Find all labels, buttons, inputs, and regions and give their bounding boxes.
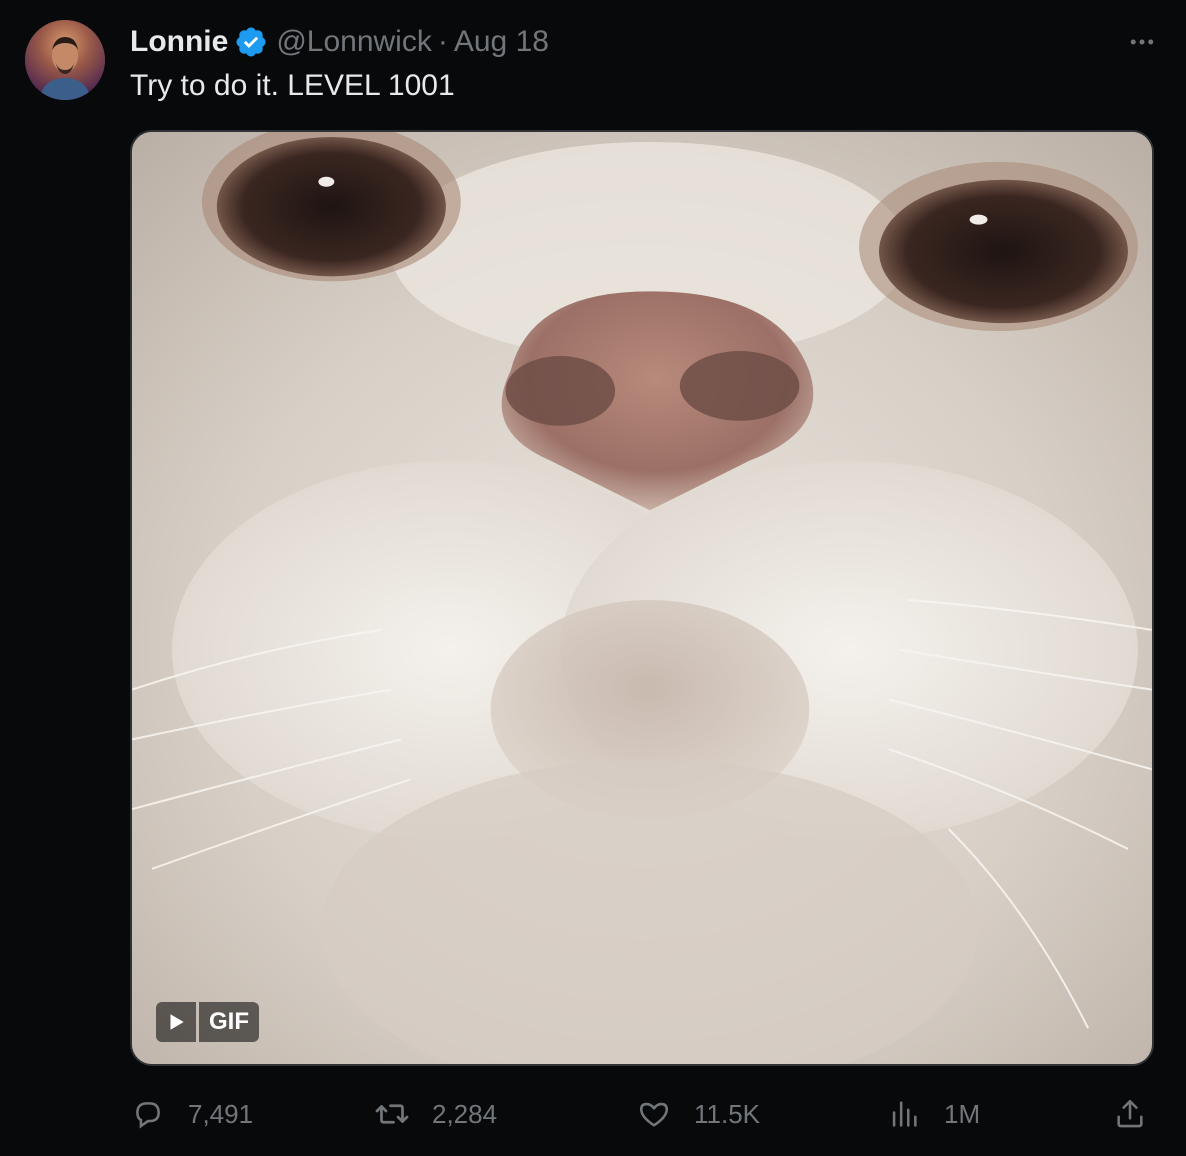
avatar[interactable]: [25, 20, 105, 100]
author-name[interactable]: Lonnie: [130, 25, 228, 59]
reply-count: 7,491: [188, 1098, 254, 1129]
reply-button[interactable]: 7,491: [130, 1092, 253, 1136]
share-icon: [1112, 1096, 1148, 1132]
share-button[interactable]: [1112, 1092, 1170, 1136]
author-handle[interactable]: @Lonnwick: [276, 25, 432, 59]
views-icon: [886, 1096, 922, 1132]
header-separator: ·: [437, 25, 448, 58]
verified-badge-icon[interactable]: [234, 25, 268, 59]
tweet-actions: 7,491 2,284 11.5K 1M: [130, 1092, 1154, 1136]
tweet-date[interactable]: Aug 18: [454, 25, 549, 59]
like-count: 11.5K: [694, 1098, 761, 1129]
repost-count: 2,284: [432, 1098, 498, 1129]
tweet[interactable]: Lonnie @Lonnwick · Aug 18 Try to do it. …: [0, 0, 1186, 1156]
repost-icon: [374, 1096, 410, 1132]
tweet-text: Try to do it. LEVEL 1001: [130, 69, 455, 102]
play-icon[interactable]: [156, 1002, 196, 1042]
gif-badge[interactable]: GIF: [156, 1002, 259, 1042]
reply-icon: [130, 1096, 166, 1132]
tweet-header: Lonnie @Lonnwick · Aug 18: [130, 22, 549, 62]
more-icon[interactable]: [1124, 24, 1160, 60]
view-count: 1M: [944, 1098, 981, 1129]
like-icon: [636, 1096, 672, 1132]
gif-media[interactable]: GIF: [130, 130, 1154, 1066]
cat-gif-image: [132, 132, 1152, 1064]
gif-label: GIF: [199, 1002, 259, 1042]
repost-button[interactable]: 2,284: [374, 1092, 497, 1136]
views-button[interactable]: 1M: [886, 1092, 980, 1136]
avatar-image: [25, 20, 105, 100]
like-button[interactable]: 11.5K: [636, 1092, 760, 1136]
